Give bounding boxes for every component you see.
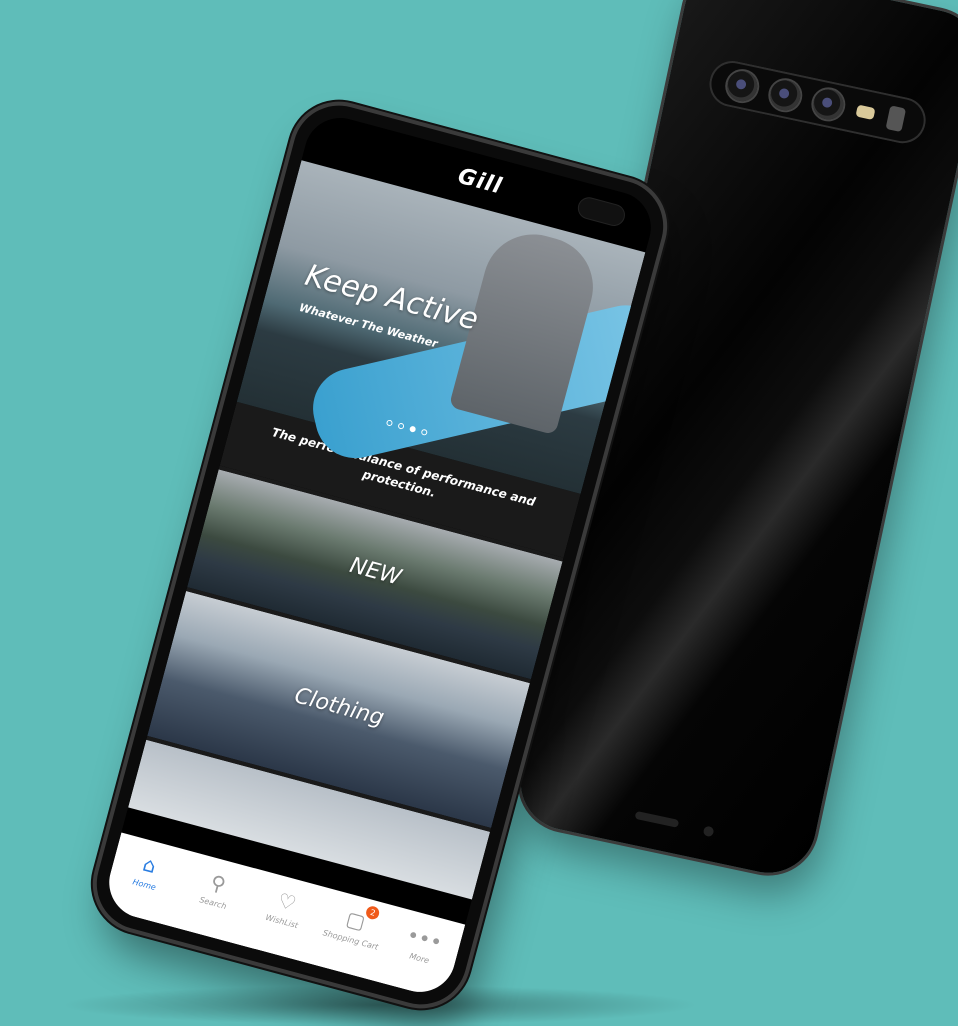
heart-icon: ♡ bbox=[275, 887, 299, 916]
front-camera-icon bbox=[576, 195, 627, 228]
shopping-bag-icon: ▢ bbox=[343, 906, 369, 935]
more-icon: ••• bbox=[404, 922, 445, 955]
tab-label: More bbox=[408, 951, 431, 966]
tab-wishlist[interactable]: ♡ WishList bbox=[251, 882, 320, 934]
tab-label: Search bbox=[198, 895, 228, 912]
camera-lens-icon bbox=[724, 68, 761, 104]
tab-label: Home bbox=[131, 877, 157, 893]
app-screen: Gill Keep Active Whatever The Weather Th… bbox=[101, 110, 659, 1000]
tab-search[interactable]: ⚲ Search bbox=[182, 864, 251, 916]
carousel-dot-active[interactable] bbox=[409, 425, 417, 433]
tab-more[interactable]: ••• More bbox=[388, 919, 457, 971]
carousel-dot[interactable] bbox=[397, 422, 405, 430]
brand-logo[interactable]: Gill bbox=[455, 163, 505, 199]
sensor-icon bbox=[885, 105, 907, 133]
headphone-jack bbox=[702, 825, 715, 838]
tab-label: WishList bbox=[264, 912, 300, 931]
usb-port bbox=[634, 810, 680, 828]
camera-lens-icon bbox=[810, 86, 847, 123]
category-tile-label: Clothing bbox=[291, 683, 387, 732]
tab-home[interactable]: ⌂ Home bbox=[113, 845, 182, 897]
search-icon: ⚲ bbox=[208, 869, 229, 897]
rear-camera-module bbox=[705, 56, 930, 148]
home-icon: ⌂ bbox=[140, 851, 159, 879]
cart-count-badge: 2 bbox=[364, 904, 381, 921]
camera-lens-icon bbox=[767, 77, 804, 114]
tab-label: Shopping Cart bbox=[321, 928, 380, 952]
carousel-dot[interactable] bbox=[385, 419, 394, 427]
tab-shopping-cart[interactable]: ▢ 2 Shopping Cart bbox=[319, 901, 388, 953]
flash-icon bbox=[855, 104, 876, 121]
